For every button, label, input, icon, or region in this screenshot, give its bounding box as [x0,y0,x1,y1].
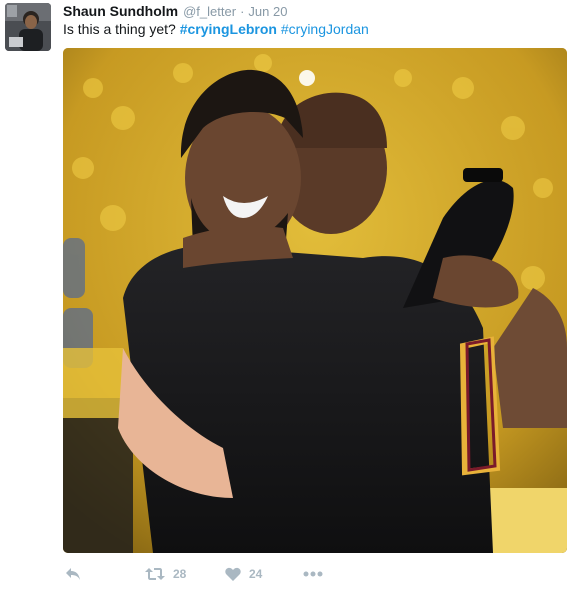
reply-button[interactable] [65,562,81,586]
avatar-image [5,3,51,51]
tweet-text: Is this a thing yet? #cryingLebron #cryi… [63,21,369,37]
more-icon [303,571,323,577]
author-fullname[interactable]: Shaun Sundholm [63,3,178,19]
tweet: Shaun Sundholm @f_letter · Jun 20 Is thi… [0,0,567,589]
photo-image [63,48,567,553]
retweet-button[interactable]: 28 [145,562,186,586]
tweet-timestamp[interactable]: Jun 20 [248,4,287,19]
reply-icon [66,568,80,580]
tweet-body: Shaun Sundholm @f_letter · Jun 20 Is thi… [0,0,567,589]
heart-icon [225,567,241,581]
author-username[interactable]: @f_letter [183,4,236,19]
tweet-header: Shaun Sundholm @f_letter · Jun 20 [63,3,287,21]
hashtag-link-2[interactable]: #cryingJordan [281,21,369,37]
avatar[interactable] [5,3,51,51]
tweet-actions: 28 24 [63,562,543,586]
retweet-icon [145,568,165,580]
retweet-count: 28 [173,567,187,581]
tweet-text-plain: Is this a thing yet? [63,21,180,37]
like-button[interactable]: 24 [225,562,262,586]
more-button[interactable] [303,562,323,586]
hashtag-link-1[interactable]: #cryingLebron [180,21,277,37]
tweet-photo[interactable] [63,48,567,553]
header-separator: · [240,4,245,19]
like-count: 24 [249,567,263,581]
